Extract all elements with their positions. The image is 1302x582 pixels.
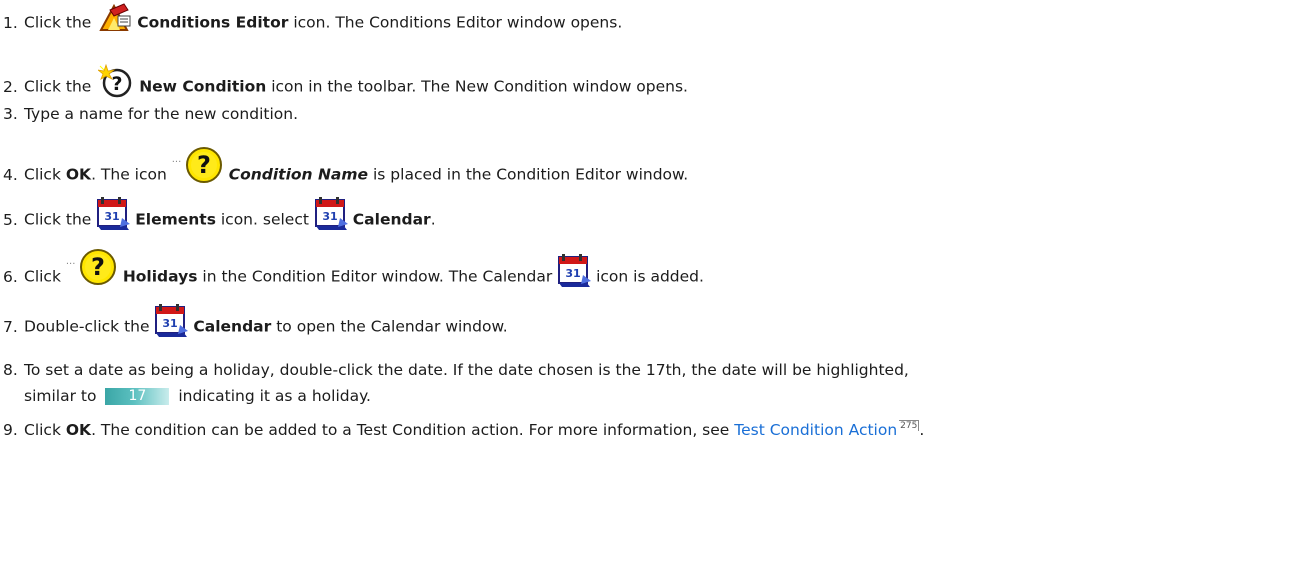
step-text: . The condition can be added to a Test C… xyxy=(91,421,730,439)
step-number: 6. xyxy=(3,267,18,286)
step-7: 7. Double-click the Calendar to open the … xyxy=(3,310,508,344)
holiday-highlight-sample: 17 xyxy=(105,388,170,405)
calendar-icon xyxy=(557,254,591,288)
step-number: 8. xyxy=(3,361,18,379)
step-text: Click the xyxy=(24,77,92,96)
step-2: 2. Click the ? New Condition icon in the … xyxy=(3,64,688,104)
step-8: 8. To set a date as being a holiday, doub… xyxy=(3,360,909,380)
step-number: 1. xyxy=(3,13,18,32)
step-text: icon in the toolbar. The New Condition w… xyxy=(271,77,688,96)
step-text: icon is added. xyxy=(596,267,704,286)
step-text: Click the xyxy=(24,210,92,229)
step-text: To set a date as being a holiday, double… xyxy=(24,361,909,379)
step-text: . The icon xyxy=(91,165,167,184)
step-text: icon. select xyxy=(220,210,309,229)
page-reference[interactable]: 275 xyxy=(899,420,920,431)
step-text: Click xyxy=(24,267,61,286)
step-text: . xyxy=(919,421,925,439)
condition-name-label: Condition Name xyxy=(228,165,369,184)
holidays-label: Holidays xyxy=(122,267,198,286)
conditions-editor-label: Conditions Editor xyxy=(137,13,289,32)
step-4: 4. Click OK. The icon ··· Condition Name … xyxy=(3,155,688,195)
step-number: 7. xyxy=(3,317,18,336)
step-text: Double-click the xyxy=(24,317,150,336)
step-number: 9. xyxy=(3,421,18,439)
step-text: icon. The Conditions Editor window opens… xyxy=(293,13,623,32)
new-condition-label: New Condition xyxy=(139,77,267,96)
step-text: similar to xyxy=(24,387,97,405)
calendar-label: Calendar xyxy=(193,317,272,336)
step-text: is placed in the Condition Editor window… xyxy=(373,165,689,184)
step-number: 5. xyxy=(3,210,18,229)
step-text: indicating it as a holiday. xyxy=(178,387,371,405)
conditions-editor-icon xyxy=(98,2,132,32)
step-3: 3. Type a name for the new condition. xyxy=(3,104,298,124)
step-number: 2. xyxy=(3,77,18,96)
step-number: 3. xyxy=(3,105,18,123)
step-8-continuation: similar to 17 indicating it as a holiday… xyxy=(24,386,371,406)
condition-question-icon: ··· xyxy=(66,247,118,287)
step-number: 4. xyxy=(3,165,18,184)
svg-text:?: ? xyxy=(112,73,123,95)
new-condition-icon: ? xyxy=(98,64,134,98)
step-text: Click the xyxy=(24,13,92,32)
step-9: 9. Click OK. The condition can be added t… xyxy=(3,420,924,440)
ok-label: OK xyxy=(65,165,92,184)
condition-question-icon: ··· xyxy=(172,145,224,185)
calendar-label: Calendar xyxy=(352,210,431,229)
test-condition-action-link[interactable]: Test Condition Action xyxy=(734,421,897,439)
step-5: 5. Click the Elements icon. select Calend… xyxy=(3,203,436,237)
elements-label: Elements xyxy=(135,210,216,229)
calendar-icon xyxy=(96,197,130,231)
step-text: Type a name for the new condition. xyxy=(24,105,298,123)
step-text: Click xyxy=(24,421,61,439)
step-text: . xyxy=(430,210,436,229)
step-text: to open the Calendar window. xyxy=(276,317,508,336)
step-1: 1. Click the Conditions Editor icon. The … xyxy=(3,3,623,38)
step-text: Click xyxy=(24,165,61,184)
calendar-icon xyxy=(314,197,348,231)
step-text: in the Condition Editor window. The Cale… xyxy=(202,267,553,286)
calendar-icon xyxy=(154,304,188,338)
ok-label: OK xyxy=(65,421,92,439)
step-6: 6. Click ··· Holidays in the Condition Ed… xyxy=(3,257,704,297)
